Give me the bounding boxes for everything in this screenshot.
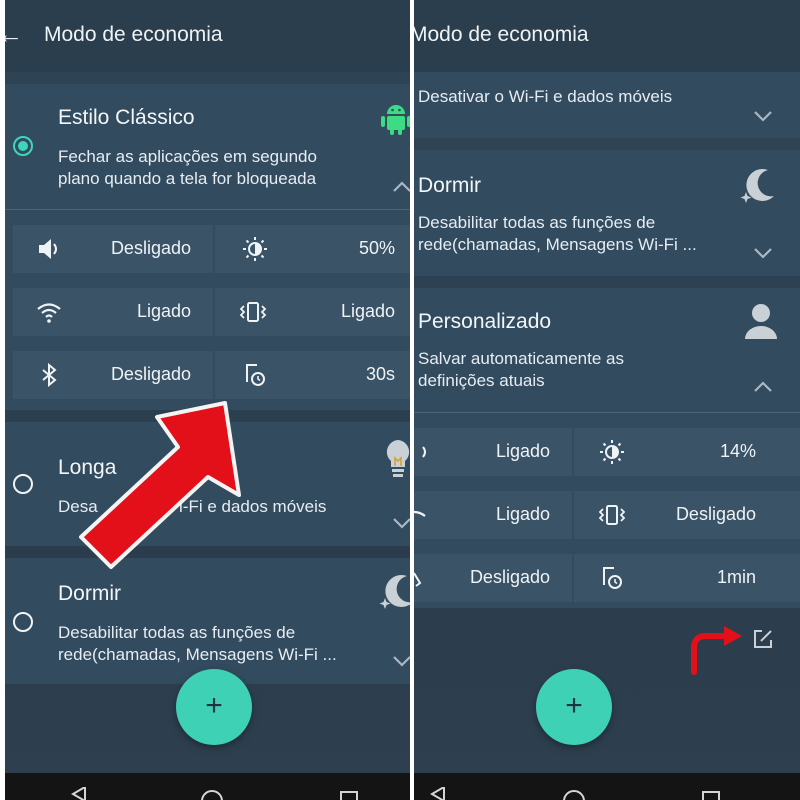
setting-vibrate[interactable]: Desligado — [574, 491, 800, 539]
mode-card-wifi[interactable]: Desativar o Wi-Fi e dados móveis — [414, 72, 800, 138]
wifi-icon — [414, 510, 426, 517]
setting-vibrate[interactable]: Ligado — [215, 288, 410, 336]
setting-screen-timeout[interactable]: 1min — [574, 554, 800, 602]
nav-recents-icon[interactable] — [339, 790, 359, 800]
mode-title: Dormir — [58, 582, 121, 605]
radio-unselected[interactable] — [13, 474, 33, 494]
chevron-up-icon[interactable] — [391, 180, 410, 194]
mode-card-personalizado[interactable]: Personalizado Salvar automaticamente as … — [414, 288, 800, 608]
brightness-icon — [243, 237, 267, 261]
chevron-down-icon[interactable] — [391, 654, 410, 668]
plus-icon: + — [205, 689, 223, 722]
divider — [5, 209, 410, 210]
nav-back-icon[interactable] — [69, 787, 89, 800]
chevron-down-icon[interactable] — [752, 246, 774, 260]
radio-selected[interactable] — [13, 136, 33, 156]
setting-wifi[interactable]: Ligado — [414, 491, 572, 539]
nav-back-icon[interactable] — [428, 787, 448, 800]
setting-wifi[interactable]: Ligado — [13, 288, 213, 336]
app-bar: Modo de economia — [414, 0, 800, 72]
mode-title: Personalizado — [418, 310, 552, 333]
setting-brightness[interactable]: 50% — [215, 225, 410, 273]
bluetooth-icon — [414, 572, 422, 587]
page-title: Modo de economia — [44, 23, 223, 46]
mode-description: Desabilitar todas as funções de rede(cha… — [418, 213, 697, 254]
setting-bluetooth[interactable]: Desligado — [13, 351, 213, 399]
volume-icon — [39, 239, 57, 259]
left-screen: ← Modo de economia Estilo Clássico Fecha… — [5, 0, 410, 800]
mode-description: Fechar as aplicações em segundo plano qu… — [58, 147, 317, 188]
volume-icon — [422, 446, 426, 458]
mode-card-dormir[interactable]: Dormir Desabilitar todas as funções de r… — [414, 150, 800, 276]
back-arrow-icon[interactable]: ← — [5, 20, 23, 48]
annotation-arrow-icon — [79, 401, 241, 569]
add-mode-button[interactable]: + — [176, 669, 252, 745]
add-mode-button[interactable]: + — [536, 669, 612, 745]
app-bar: ← Modo de economia — [5, 0, 410, 72]
setting-volume[interactable]: Desligado — [13, 225, 213, 273]
vibrate-icon — [598, 505, 626, 525]
mode-title: Dormir — [418, 174, 481, 197]
brightness-icon — [600, 440, 624, 464]
system-nav-bar — [5, 773, 410, 800]
wifi-icon — [37, 303, 61, 323]
page-title: Modo de economia — [414, 23, 589, 46]
screen-timeout-icon — [603, 567, 622, 589]
radio-unselected[interactable] — [13, 612, 33, 632]
vibrate-icon — [239, 302, 267, 322]
mode-description: Desativar o Wi-Fi e dados móveis — [418, 87, 673, 106]
mode-description: Desabilitar todas as funções de rede(cha… — [58, 623, 337, 664]
chevron-down-icon[interactable] — [752, 109, 774, 123]
nav-home-icon[interactable] — [562, 789, 586, 800]
divider — [414, 412, 800, 413]
mode-card-classic[interactable]: Estilo Clássico Fechar as aplicações em … — [5, 84, 410, 410]
mode-title: Estilo Clássico — [58, 106, 195, 129]
lightbulb-icon — [386, 440, 410, 477]
edit-icon[interactable] — [752, 628, 774, 650]
chevron-up-icon[interactable] — [752, 380, 774, 394]
mode-description: Salvar automaticamente as definições atu… — [418, 349, 624, 390]
bluetooth-icon — [42, 362, 57, 388]
setting-volume[interactable]: Ligado — [414, 428, 572, 476]
user-icon — [745, 304, 777, 339]
nav-recents-icon[interactable] — [701, 790, 721, 800]
setting-brightness[interactable]: 14% — [574, 428, 800, 476]
android-icon — [381, 105, 410, 135]
moon-icon — [379, 575, 410, 609]
screen-timeout-icon — [246, 364, 265, 386]
plus-icon: + — [565, 689, 583, 722]
chevron-down-icon[interactable] — [391, 516, 410, 530]
moon-icon — [740, 168, 774, 203]
setting-screen-timeout[interactable]: 30s — [215, 351, 410, 399]
nav-home-icon[interactable] — [200, 789, 224, 800]
right-screen: Modo de economia Desativar o Wi-Fi e dad… — [414, 0, 800, 800]
system-nav-bar — [414, 773, 800, 800]
mode-card-dormir[interactable]: Dormir Desabilitar todas as funções de r… — [5, 558, 410, 684]
setting-bluetooth[interactable]: Desligado — [414, 554, 572, 602]
annotation-curved-arrow-icon — [691, 626, 742, 675]
